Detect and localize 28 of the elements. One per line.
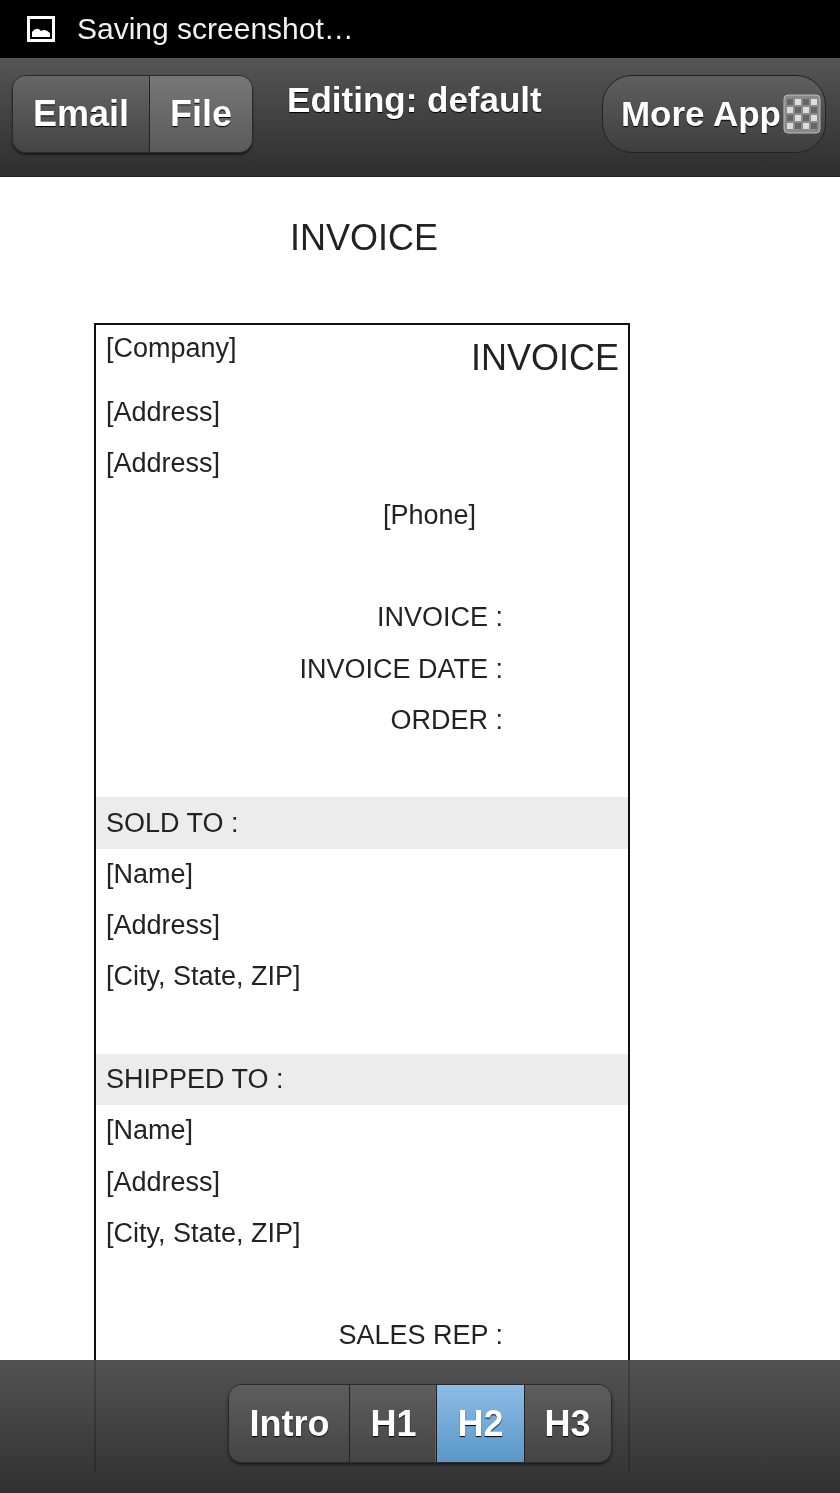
bottom-tab[interactable]: Intro (229, 1385, 350, 1462)
document-text: [Address] (106, 1166, 221, 1198)
company-text: [Company] (106, 333, 237, 364)
document-text: [Phone] (382, 499, 476, 531)
bottom-tab[interactable]: H1 (349, 1385, 437, 1462)
field-label: SALES REP : (338, 1320, 503, 1352)
picture-icon (27, 16, 55, 42)
document-text: [City, State, ZIP] (106, 1217, 301, 1249)
document-text: [Address] (106, 397, 221, 429)
more-apps-button[interactable]: More App (601, 75, 826, 153)
field-label: INVOICE DATE : (299, 653, 503, 685)
document-text: [Name] (106, 858, 194, 890)
toolbar-tab[interactable]: Email (13, 76, 150, 152)
bottom-tab[interactable]: H3 (523, 1385, 611, 1462)
field-label: INVOICE : (376, 602, 503, 634)
document-text: [Address] (106, 448, 221, 480)
document-text: [Address] (106, 910, 221, 942)
field-label: ORDER : (390, 704, 503, 736)
editing-title: Editing: default (287, 80, 542, 120)
page-title: INVOICE (290, 218, 439, 258)
grid-icon (783, 94, 821, 134)
section-label: SOLD TO : (106, 807, 239, 839)
section-label: SHIPPED TO : (106, 1064, 284, 1095)
invoice-heading: INVOICE (470, 337, 619, 379)
document-text: [Name] (106, 1115, 194, 1147)
document-text: [City, State, ZIP] (106, 961, 301, 993)
status-text: Saving screenshot… (77, 12, 354, 46)
toolbar-tab[interactable]: File (149, 76, 253, 152)
